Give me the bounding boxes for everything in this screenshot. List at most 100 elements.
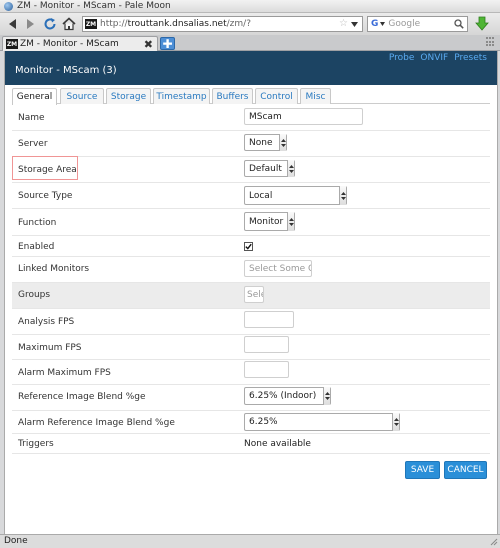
tab-source[interactable]: Source	[60, 88, 104, 104]
site-favicon: ZM	[85, 19, 97, 29]
triggers-value: None available	[244, 439, 311, 449]
linked-monitors-input[interactable]: Select Some Op	[244, 260, 312, 277]
monitor-tabs: General Source Storage Timestamp Buffers…	[12, 87, 490, 105]
close-tab-icon[interactable]: ✖	[144, 38, 153, 51]
function-label: Function	[18, 218, 57, 228]
updown-arrows-icon	[324, 392, 330, 400]
source-type-dropdown-arrow[interactable]	[339, 186, 346, 205]
function-select[interactable]: Monitor	[244, 212, 295, 231]
browser-tab-bar: ZM ZM - Monitor - MScam ✖ ✚	[0, 35, 500, 51]
tab-title: ZM - Monitor - MScam	[20, 39, 119, 49]
enabled-label: Enabled	[18, 242, 55, 252]
alarm-reference-blend-select[interactable]: 6.25%	[244, 413, 400, 431]
reload-button[interactable]	[42, 16, 58, 32]
alarm-reference-blend-dropdown-arrow[interactable]	[392, 413, 399, 431]
linked-monitors-label: Linked Monitors	[18, 264, 90, 274]
reference-blend-label: Reference Image Blend %ge	[18, 392, 146, 402]
resize-grip-icon[interactable]	[489, 537, 498, 548]
forward-arrow-icon	[27, 19, 34, 29]
search-engine-icon[interactable]: G	[371, 19, 378, 29]
download-arrow-icon	[475, 16, 489, 31]
name-input[interactable]: MScam	[244, 108, 363, 125]
function-dropdown-arrow[interactable]	[287, 212, 294, 231]
server-dropdown-arrow[interactable]	[279, 134, 286, 151]
url-text[interactable]: http://trouttank.dnsalias.net/zm/?	[100, 19, 251, 29]
plus-icon: ✚	[162, 36, 173, 51]
search-icon[interactable]	[454, 19, 464, 32]
maximum-fps-label: Maximum FPS	[18, 343, 82, 353]
status-text: Done	[4, 536, 28, 546]
alarm-reference-blend-value: 6.25%	[249, 417, 278, 427]
search-placeholder: Google	[388, 19, 421, 29]
storage-area-select[interactable]: Default	[244, 160, 295, 177]
url-path: /zm/?	[226, 19, 251, 29]
reload-icon	[44, 18, 56, 30]
url-history-dropdown[interactable]	[349, 17, 360, 31]
save-button[interactable]: SAVE	[405, 461, 440, 479]
tab-general[interactable]: General	[12, 88, 57, 105]
linked-monitors-placeholder: Select Some Op	[249, 263, 311, 274]
home-button[interactable]	[61, 16, 77, 32]
reference-blend-select[interactable]: 6.25% (Indoor)	[244, 387, 331, 405]
chevron-down-icon	[351, 21, 358, 27]
pale-moon-icon	[4, 1, 13, 11]
window-title: ZM - Monitor - MScam - Pale Moon	[17, 1, 171, 11]
back-arrow-icon	[9, 19, 16, 29]
enabled-checkbox[interactable]	[244, 242, 253, 251]
search-engine-dropdown[interactable]	[378, 22, 386, 26]
download-button[interactable]	[474, 15, 490, 33]
alarm-maximum-fps-label: Alarm Maximum FPS	[18, 368, 111, 378]
cancel-button[interactable]: CANCEL	[444, 461, 487, 479]
function-value: Monitor	[249, 216, 284, 227]
groups-placeholder: Sele	[247, 289, 263, 300]
url-host: trouttank.dnsalias.net	[127, 19, 227, 29]
status-bar: Done	[0, 534, 500, 548]
tab-storage[interactable]: Storage	[106, 88, 151, 104]
tab-misc[interactable]: Misc	[300, 88, 331, 104]
source-type-label: Source Type	[18, 191, 73, 201]
groups-input[interactable]: Sele	[244, 286, 264, 303]
source-type-value: Local	[249, 190, 273, 201]
reference-blend-value: 6.25% (Indoor)	[249, 391, 317, 401]
alarm-maximum-fps-input[interactable]	[244, 361, 289, 378]
storage-area-value: Default	[249, 163, 282, 174]
reference-blend-dropdown-arrow[interactable]	[323, 387, 330, 405]
tab-groups-icon[interactable]	[486, 37, 496, 47]
forward-button[interactable]	[23, 16, 39, 32]
url-bar[interactable]: ZM http://trouttank.dnsalias.net/zm/? ☆	[82, 16, 363, 32]
updown-arrows-icon	[340, 191, 346, 200]
new-tab-button[interactable]: ✚	[160, 37, 175, 50]
source-type-select[interactable]: Local	[244, 186, 347, 205]
chevron-down-icon	[379, 22, 385, 26]
browser-tab[interactable]: ZM ZM - Monitor - MScam ✖	[2, 36, 158, 51]
tab-buffers[interactable]: Buffers	[212, 88, 253, 104]
name-label: Name	[18, 113, 45, 123]
url-prefix: http://	[100, 19, 128, 29]
navigation-toolbar: ZM http://trouttank.dnsalias.net/zm/? ☆ …	[0, 13, 500, 35]
monitor-form: General Source Storage Timestamp Buffers…	[4, 51, 498, 534]
server-select[interactable]: None	[244, 134, 287, 151]
window-titlebar: ZM - Monitor - MScam - Pale Moon	[0, 0, 500, 13]
bookmark-star-icon[interactable]: ☆	[339, 18, 348, 29]
tab-timestamp[interactable]: Timestamp	[153, 88, 210, 104]
triggers-label: Triggers	[18, 439, 54, 449]
checkmark-icon	[245, 243, 252, 250]
updown-arrows-icon	[393, 418, 399, 426]
server-value: None	[249, 137, 273, 148]
analysis-fps-label: Analysis FPS	[18, 317, 75, 327]
search-bar[interactable]: G Google	[367, 16, 468, 32]
updown-arrows-icon	[288, 217, 294, 226]
alarm-reference-blend-label: Alarm Reference Image Blend %ge	[18, 418, 175, 428]
search-engine-letter: G	[371, 19, 379, 29]
server-label: Server	[18, 139, 48, 149]
analysis-fps-input[interactable]	[244, 311, 294, 328]
groups-label: Groups	[18, 290, 51, 300]
home-icon	[62, 17, 76, 31]
back-button[interactable]	[4, 16, 20, 32]
maximum-fps-input[interactable]	[244, 336, 289, 353]
updown-arrows-icon	[280, 138, 286, 147]
name-value: MScam	[249, 111, 282, 122]
updown-arrows-icon	[288, 164, 294, 173]
tab-control[interactable]: Control	[255, 88, 298, 104]
storage-area-dropdown-arrow[interactable]	[287, 160, 294, 177]
